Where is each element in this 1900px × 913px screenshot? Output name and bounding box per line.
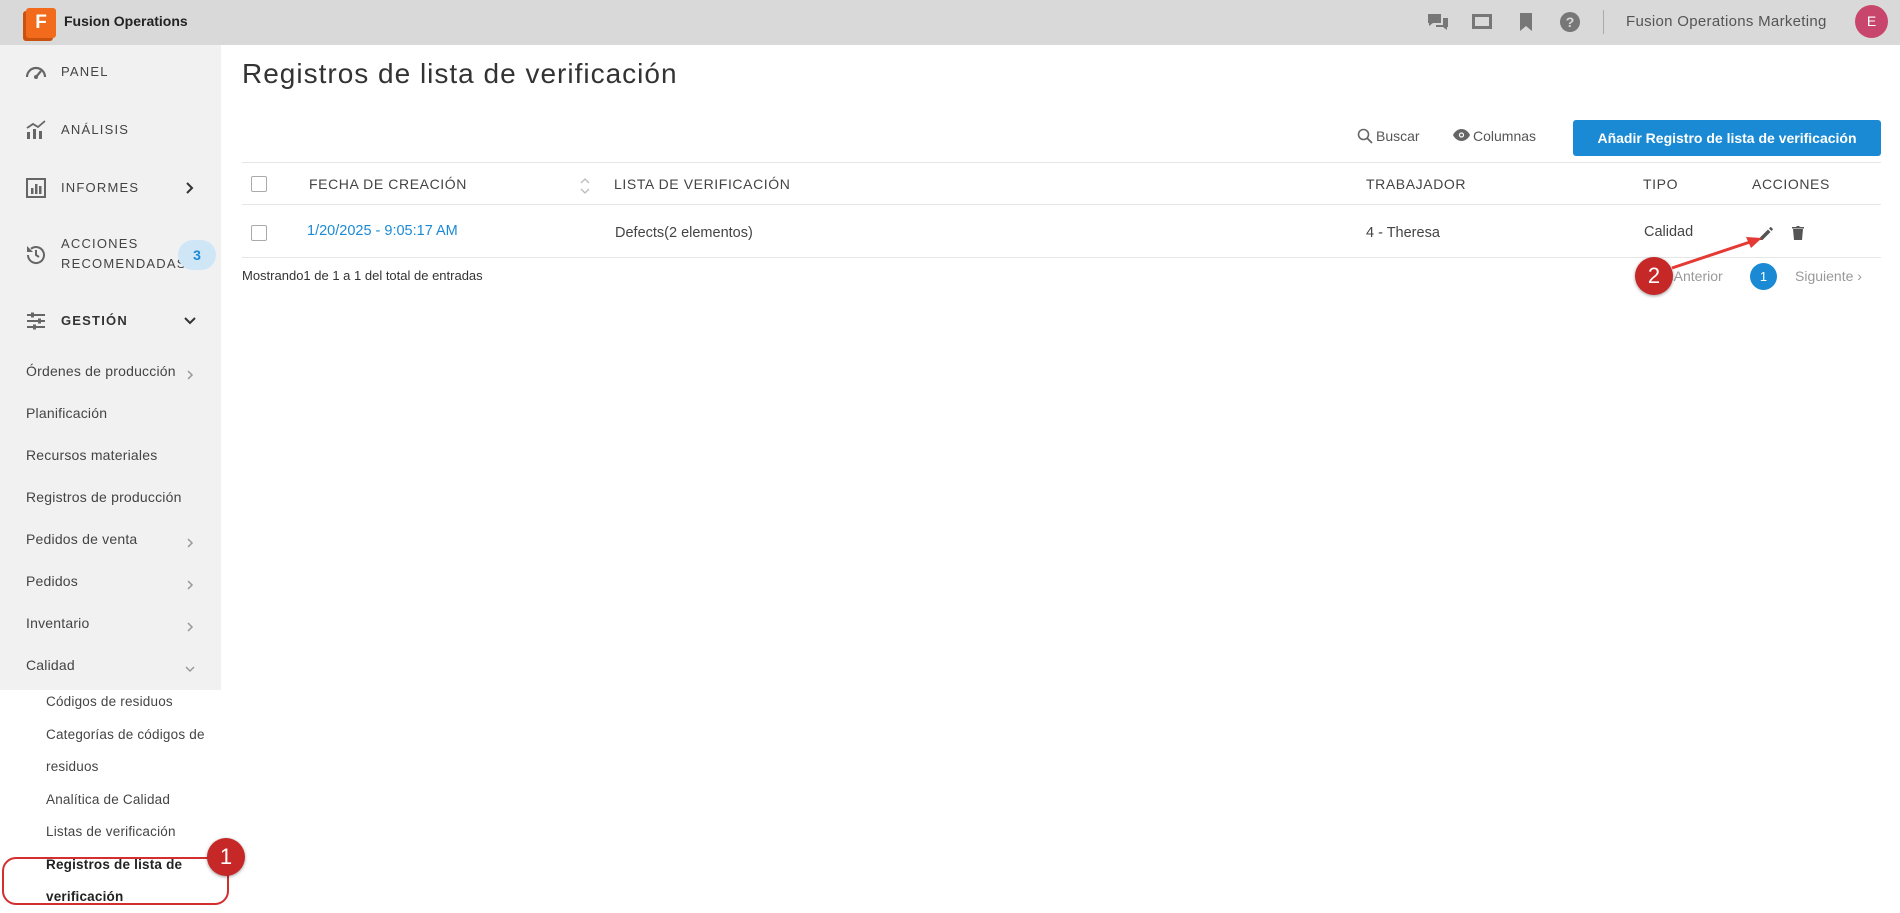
chevron-right-icon bbox=[185, 577, 195, 590]
table-row-border bbox=[242, 257, 1881, 258]
col-header-actions: ACCIONES bbox=[1752, 176, 1830, 192]
search-label: Buscar bbox=[1376, 128, 1420, 144]
reports-bar-icon bbox=[24, 176, 48, 200]
search-icon bbox=[1357, 128, 1373, 144]
nav-waste-code-categories-line2[interactable]: residuos bbox=[46, 751, 99, 783]
recommended-count-badge: 3 bbox=[178, 240, 216, 270]
nav-waste-codes[interactable]: Códigos de residuos bbox=[46, 686, 173, 718]
pagination-next-label: Siguiente bbox=[1795, 268, 1854, 284]
annotation-arrow bbox=[1671, 237, 1762, 270]
nav-reports[interactable]: INFORMES bbox=[0, 168, 221, 208]
nav-panel[interactable]: PANEL bbox=[0, 52, 221, 92]
chevron-down-icon bbox=[185, 661, 195, 673]
row-checklist: Defects(2 elementos) bbox=[615, 225, 753, 241]
chevron-right-icon bbox=[185, 619, 195, 632]
chevron-down-icon bbox=[183, 314, 197, 328]
nav-analysis[interactable]: ANÁLISIS bbox=[0, 110, 221, 150]
nav-recommended-label-line1: ACCIONES bbox=[61, 236, 139, 251]
top-bar: F Fusion Operations ? Fusion Operations … bbox=[0, 0, 1900, 45]
nav-reports-label: INFORMES bbox=[61, 180, 140, 195]
nav-quality[interactable]: Calidad bbox=[26, 657, 75, 673]
sliders-icon bbox=[24, 309, 48, 333]
eye-icon bbox=[1453, 129, 1470, 141]
dashboard-gauge-icon bbox=[24, 60, 48, 84]
sort-icon[interactable] bbox=[579, 176, 591, 196]
row-worker: 4 - Theresa bbox=[1366, 225, 1440, 241]
nav-inventory[interactable]: Inventario bbox=[26, 615, 89, 631]
annotation-highlight-box bbox=[2, 857, 229, 905]
nav-recommended-label-line2: RECOMENDADAS bbox=[61, 256, 187, 271]
user-avatar[interactable]: E bbox=[1855, 5, 1888, 38]
row-creation-date-link[interactable]: 1/20/2025 - 9:05:17 AM bbox=[307, 223, 458, 239]
bookmark-icon[interactable] bbox=[1514, 10, 1538, 34]
nav-material-resources[interactable]: Recursos materiales bbox=[26, 447, 157, 463]
entries-summary: Mostrando1 de 1 a 1 del total de entrada… bbox=[242, 268, 483, 283]
nav-panel-label: PANEL bbox=[61, 64, 109, 79]
table-header-border bbox=[242, 204, 1881, 205]
history-icon bbox=[24, 243, 48, 267]
nav-planning[interactable]: Planificación bbox=[26, 405, 107, 421]
add-checklist-record-button[interactable]: Añadir Registro de lista de verificación bbox=[1573, 120, 1881, 156]
select-all-checkbox[interactable] bbox=[251, 176, 267, 192]
delete-trash-icon[interactable] bbox=[1789, 224, 1807, 242]
table-top-border bbox=[242, 162, 1881, 163]
chat-icon[interactable] bbox=[1426, 10, 1450, 34]
nav-production-orders[interactable]: Órdenes de producción bbox=[26, 363, 176, 379]
topbar-divider bbox=[1603, 10, 1604, 34]
search-button[interactable]: Buscar bbox=[1357, 128, 1420, 144]
org-name[interactable]: Fusion Operations Marketing bbox=[1626, 13, 1827, 30]
chevron-right-icon bbox=[185, 535, 195, 548]
nav-management-label: GESTIÓN bbox=[61, 313, 128, 328]
columns-label: Columnas bbox=[1473, 128, 1537, 144]
chevron-right-icon bbox=[183, 181, 197, 195]
columns-button[interactable]: Columnas bbox=[1453, 128, 1536, 144]
display-icon[interactable] bbox=[1470, 10, 1494, 34]
annotation-marker-1: 1 bbox=[207, 838, 245, 876]
nav-analysis-label: ANÁLISIS bbox=[61, 122, 130, 137]
col-header-creation-date[interactable]: FECHA DE CREACIÓN bbox=[309, 176, 467, 192]
nav-sales-orders[interactable]: Pedidos de venta bbox=[26, 531, 137, 547]
app-name[interactable]: Fusion Operations bbox=[64, 13, 188, 29]
svg-text:?: ? bbox=[1566, 14, 1575, 30]
nav-management[interactable]: GESTIÓN bbox=[0, 301, 221, 341]
nav-waste-code-categories[interactable]: Categorías de códigos de bbox=[46, 719, 205, 751]
help-icon[interactable]: ? bbox=[1558, 10, 1582, 34]
col-header-type[interactable]: TIPO bbox=[1643, 176, 1678, 192]
page-title: Registros de lista de verificación bbox=[242, 58, 678, 89]
app-logo[interactable]: F bbox=[26, 8, 56, 38]
nav-checklists[interactable]: Listas de verificación bbox=[46, 816, 176, 848]
chevron-right-icon: › bbox=[1857, 268, 1862, 284]
col-header-checklist[interactable]: LISTA DE VERIFICACIÓN bbox=[614, 176, 791, 192]
col-header-worker[interactable]: TRABAJADOR bbox=[1366, 176, 1466, 192]
pagination-next[interactable]: Siguiente › bbox=[1795, 268, 1862, 284]
chevron-right-icon bbox=[185, 367, 195, 380]
nav-orders[interactable]: Pedidos bbox=[26, 573, 78, 589]
nav-production-records[interactable]: Registros de producción bbox=[26, 489, 182, 505]
row-checkbox[interactable] bbox=[251, 225, 267, 241]
nav-quality-analytics[interactable]: Analítica de Calidad bbox=[46, 784, 170, 816]
analytics-chart-icon bbox=[24, 118, 48, 142]
